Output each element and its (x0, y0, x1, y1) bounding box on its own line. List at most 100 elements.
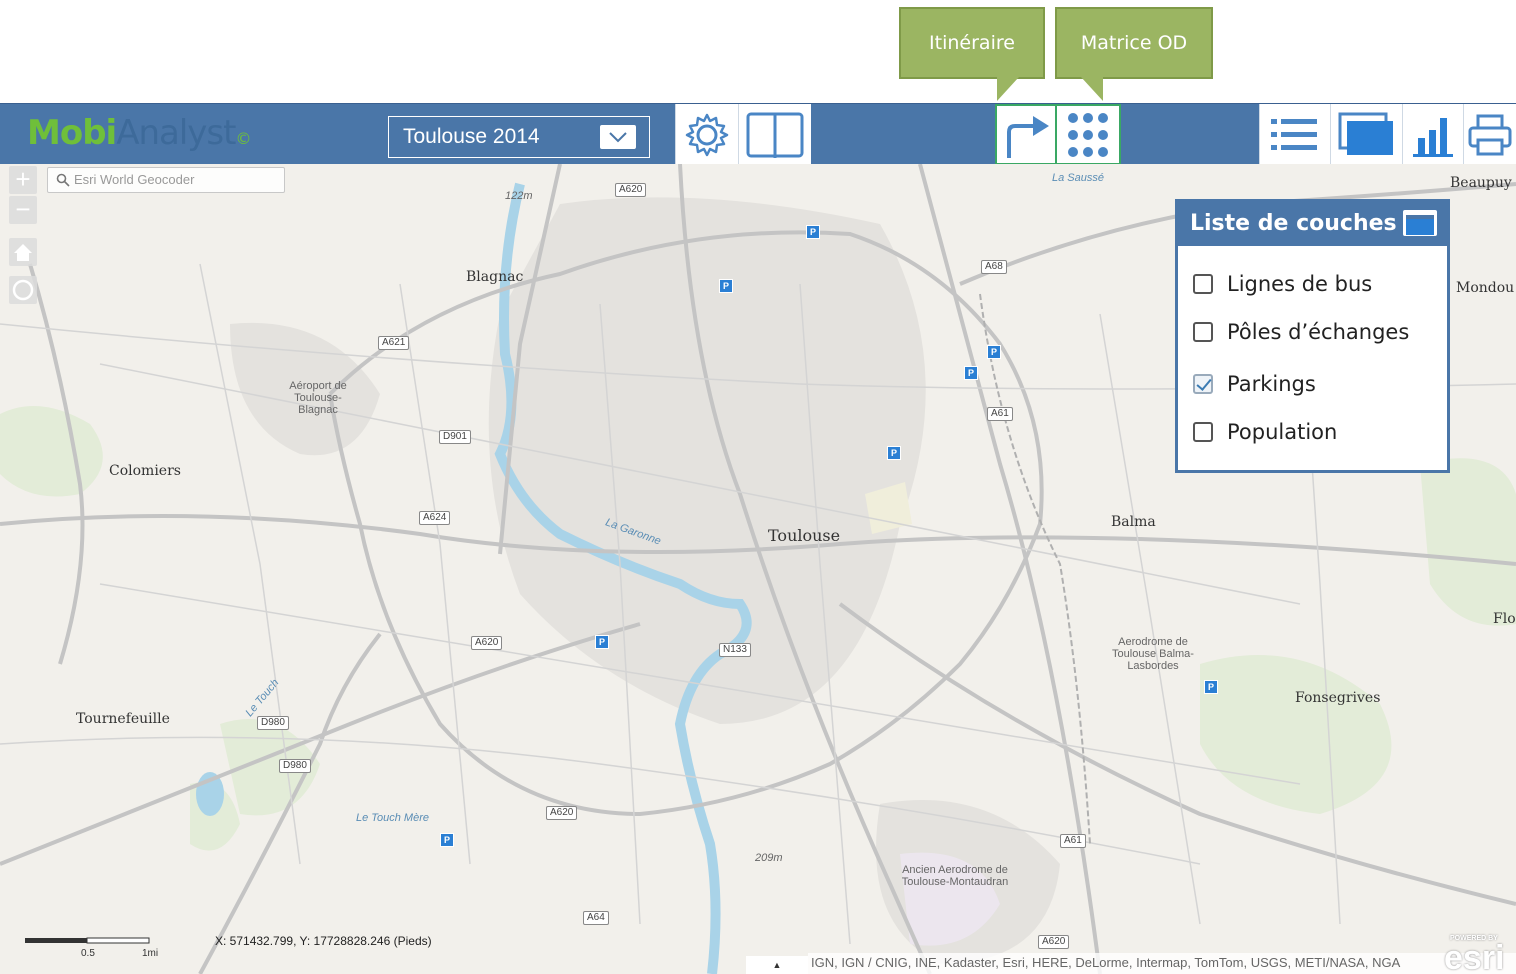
scale-bar-graphic (25, 937, 150, 944)
chevron-down-icon (600, 125, 636, 149)
home-button[interactable] (9, 238, 37, 266)
locate-icon (12, 279, 34, 301)
parking-marker[interactable]: P (440, 833, 454, 847)
turn-right-arrow-icon (1007, 115, 1049, 158)
label-sausse: La Saussé (1052, 172, 1104, 184)
mobianalyst-logo: MobiAnalyst© (27, 113, 251, 153)
itineraire-button[interactable] (995, 104, 1057, 165)
esri-logo: POWERED BY esri (1444, 935, 1505, 974)
place-label-beaupuy: Beaupuy (1450, 175, 1512, 191)
esri-powered-text: POWERED BY (1450, 935, 1498, 942)
layer-item-population[interactable]: Population (1193, 420, 1337, 444)
logo-part1: Mobi (27, 113, 117, 153)
label-ancien-aerodrome: Ancien Aerodrome de Toulouse-Montaudran (901, 864, 1009, 888)
layer-checkbox[interactable] (1193, 322, 1213, 342)
matrice-od-button[interactable] (1055, 104, 1121, 165)
list-button[interactable] (1259, 104, 1330, 165)
logo-part2: Analyst (116, 113, 236, 153)
windows-icon (1338, 112, 1393, 155)
dataset-select[interactable]: Toulouse 2014 (388, 116, 650, 158)
layer-item-parkings[interactable]: Parkings (1193, 372, 1316, 396)
geocoder-search-input[interactable]: Esri World Geocoder (47, 167, 285, 193)
dataset-select-value: Toulouse 2014 (403, 125, 540, 148)
layer-label: Population (1227, 420, 1338, 444)
label-aerodrome-balma: Aerodrome de Toulouse Balma-Lasbordes (1112, 636, 1194, 672)
place-label-tournefeuille: Tournefeuille (76, 711, 170, 727)
home-icon (14, 244, 32, 261)
place-label-mondou: Mondou (1456, 280, 1515, 296)
attribution-toggle[interactable]: ▲ (746, 956, 808, 974)
place-label-colomiers: Colomiers (109, 463, 181, 479)
place-label-fonsegrives: Fonsegrives (1295, 690, 1381, 706)
place-label-balma: Balma (1111, 514, 1156, 530)
elevation-label: 122m (505, 190, 533, 202)
scale-label-half: 0.5 (81, 948, 95, 959)
road-shield: A620 (471, 636, 503, 650)
road-shield: A64 (583, 911, 609, 925)
search-icon (56, 173, 70, 187)
layer-item-lignes-bus[interactable]: Lignes de bus (1193, 272, 1372, 296)
road-shield: A620 (1038, 935, 1070, 949)
top-toolbar: MobiAnalyst© Toulouse 2014 (0, 103, 1516, 165)
road-shield: A620 (615, 183, 647, 197)
place-label-toulouse: Toulouse (768, 526, 841, 545)
layer-checkbox-checked[interactable] (1193, 374, 1213, 394)
dots-grid-icon (1068, 112, 1108, 157)
layer-item-poles-echanges[interactable]: Pôles d’échanges (1193, 320, 1409, 344)
layer-list-header: Liste de couches (1178, 202, 1447, 246)
elevation-label: 209m (755, 852, 783, 864)
label-touch-mere: Le Touch Mère (356, 812, 429, 824)
scale-bar: 0.5 1mi (25, 937, 158, 960)
road-shield: A68 (981, 260, 1007, 274)
parking-marker[interactable]: P (1204, 680, 1218, 694)
itineraire-callout-label: Itinéraire (929, 32, 1015, 54)
attribution-text: IGN, IGN / CNIG, INE, Kadaster, Esri, HE… (808, 953, 1516, 974)
road-shield: A624 (419, 511, 451, 525)
bar-chart-icon (1413, 117, 1453, 157)
settings-button[interactable] (675, 104, 738, 165)
road-shield: A621 (378, 336, 410, 350)
locate-button[interactable] (9, 276, 37, 304)
road-shield: N133 (719, 643, 751, 657)
parking-marker[interactable]: P (806, 225, 820, 239)
zoom-in-button[interactable]: + (9, 166, 37, 194)
place-label-blagnac: Blagnac (466, 269, 524, 285)
layer-checkbox[interactable] (1193, 274, 1213, 294)
parking-marker[interactable]: P (595, 635, 609, 649)
window-icon[interactable] (1403, 210, 1437, 236)
logo-part3: © (235, 129, 251, 148)
place-label-flo: Flo (1493, 611, 1516, 627)
layer-label: Parkings (1227, 372, 1316, 396)
parking-marker[interactable]: P (987, 345, 1001, 359)
geocoder-placeholder: Esri World Geocoder (74, 172, 195, 187)
label-aeroport: Aéroport de Toulouse-Blagnac (289, 380, 347, 416)
coordinates-readout: X: 571432.799, Y: 17728828.246 (Pieds) (215, 934, 432, 948)
road-shield: A61 (987, 407, 1013, 421)
parking-marker[interactable]: P (719, 279, 733, 293)
parking-marker[interactable]: P (887, 446, 901, 460)
scale-label-mile: 1mi (142, 948, 159, 959)
layer-label: Pôles d’échanges (1227, 320, 1410, 344)
layer-list-panel: Liste de couches Lignes de bus Pôles d’é… (1175, 199, 1450, 473)
list-icon (1271, 118, 1317, 150)
itineraire-callout: Itinéraire (899, 7, 1045, 101)
layers-window-button[interactable] (1330, 104, 1402, 165)
chart-button[interactable] (1402, 104, 1463, 165)
layer-label: Lignes de bus (1227, 272, 1373, 296)
zoom-out-button[interactable]: − (9, 196, 37, 224)
matrice-callout: Matrice OD (1055, 7, 1213, 101)
road-shield: D901 (439, 430, 471, 444)
matrice-callout-label: Matrice OD (1080, 32, 1188, 54)
book-icon (746, 112, 804, 158)
road-shield: A61 (1060, 834, 1086, 848)
parking-marker[interactable]: P (964, 366, 978, 380)
book-button[interactable] (738, 104, 811, 165)
esri-logo-text: esri (1444, 939, 1505, 974)
road-shield: A620 (546, 806, 578, 820)
road-shield: D980 (257, 716, 289, 730)
gear-icon (685, 113, 729, 156)
print-button[interactable] (1463, 104, 1516, 165)
layer-checkbox[interactable] (1193, 422, 1213, 442)
layer-list-title: Liste de couches (1190, 211, 1397, 236)
road-shield: D980 (279, 759, 311, 773)
